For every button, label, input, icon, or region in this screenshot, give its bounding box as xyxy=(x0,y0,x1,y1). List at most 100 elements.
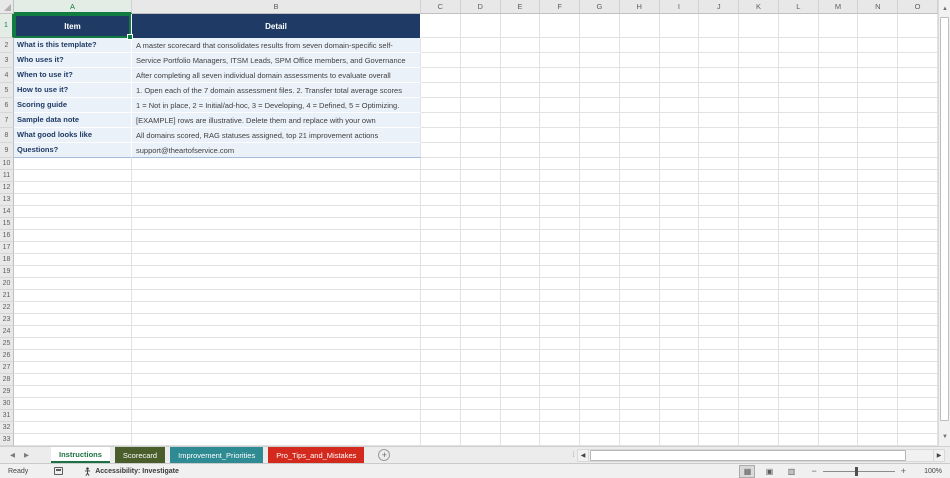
row-header-12[interactable]: 12 xyxy=(0,182,14,194)
cell[interactable] xyxy=(14,386,132,398)
cell[interactable] xyxy=(421,266,461,278)
cell[interactable] xyxy=(778,182,819,194)
cell[interactable] xyxy=(898,422,938,434)
cell-B9[interactable]: support@theartofservice.com xyxy=(132,143,421,158)
cell[interactable] xyxy=(580,98,620,113)
cell[interactable] xyxy=(619,143,660,158)
row-header-3[interactable]: 3 xyxy=(0,53,14,68)
cell[interactable] xyxy=(460,206,501,218)
cell[interactable] xyxy=(858,326,899,338)
cell[interactable] xyxy=(818,230,859,242)
cell[interactable] xyxy=(619,338,660,350)
cell[interactable] xyxy=(132,326,421,338)
cell[interactable] xyxy=(540,38,581,53)
cell[interactable] xyxy=(699,128,740,143)
cell[interactable] xyxy=(460,326,501,338)
add-sheet-button[interactable]: + xyxy=(378,449,391,461)
cell[interactable] xyxy=(858,158,899,170)
cell[interactable] xyxy=(580,314,620,326)
cell[interactable] xyxy=(540,170,581,182)
cell[interactable] xyxy=(699,314,740,326)
scroll-right-icon[interactable]: ▶ xyxy=(933,449,945,462)
cell[interactable] xyxy=(619,254,660,266)
column-header-O[interactable]: O xyxy=(898,0,938,14)
cell[interactable] xyxy=(778,422,819,434)
cell[interactable] xyxy=(580,410,620,422)
cell[interactable] xyxy=(500,206,541,218)
cell[interactable] xyxy=(778,434,819,446)
column-header-K[interactable]: K xyxy=(739,0,779,14)
cell[interactable] xyxy=(132,290,421,302)
cell[interactable] xyxy=(898,278,938,290)
cell[interactable] xyxy=(540,206,581,218)
cell[interactable] xyxy=(619,53,660,68)
accessibility-status[interactable]: Accessibility: Investigate xyxy=(83,466,179,476)
cell[interactable] xyxy=(778,362,819,374)
cell[interactable] xyxy=(858,290,899,302)
cell[interactable] xyxy=(421,242,461,254)
cell[interactable] xyxy=(460,14,501,38)
cell[interactable] xyxy=(500,278,541,290)
cell[interactable] xyxy=(460,218,501,230)
cell[interactable] xyxy=(580,38,620,53)
cell[interactable] xyxy=(132,254,421,266)
cell[interactable] xyxy=(14,254,132,266)
cell[interactable] xyxy=(421,338,461,350)
cell[interactable] xyxy=(778,53,819,68)
cell[interactable] xyxy=(778,278,819,290)
cell[interactable] xyxy=(858,170,899,182)
cell[interactable] xyxy=(460,362,501,374)
cell[interactable] xyxy=(739,374,779,386)
cell[interactable] xyxy=(778,398,819,410)
cell[interactable] xyxy=(858,83,899,98)
cell[interactable] xyxy=(739,128,779,143)
cell[interactable] xyxy=(739,83,779,98)
cell[interactable] xyxy=(739,326,779,338)
cell[interactable] xyxy=(580,182,620,194)
cell[interactable] xyxy=(619,242,660,254)
cell[interactable] xyxy=(699,410,740,422)
cell[interactable] xyxy=(898,242,938,254)
cell[interactable] xyxy=(540,350,581,362)
cell[interactable] xyxy=(699,242,740,254)
cell[interactable] xyxy=(580,242,620,254)
cell[interactable] xyxy=(858,230,899,242)
cell[interactable] xyxy=(14,434,132,446)
cell[interactable] xyxy=(500,14,541,38)
cell[interactable] xyxy=(818,278,859,290)
cell[interactable] xyxy=(898,113,938,128)
cell[interactable] xyxy=(818,206,859,218)
cell[interactable] xyxy=(659,206,700,218)
cell[interactable] xyxy=(14,290,132,302)
cell[interactable] xyxy=(699,38,740,53)
cell[interactable] xyxy=(421,170,461,182)
row-header-25[interactable]: 25 xyxy=(0,338,14,350)
cell[interactable] xyxy=(132,278,421,290)
cell[interactable] xyxy=(460,98,501,113)
cell[interactable] xyxy=(739,290,779,302)
cell[interactable] xyxy=(778,113,819,128)
cell[interactable] xyxy=(580,113,620,128)
cell[interactable] xyxy=(858,362,899,374)
cell[interactable] xyxy=(739,362,779,374)
cell[interactable] xyxy=(421,128,461,143)
column-header-F[interactable]: F xyxy=(540,0,581,14)
cell[interactable] xyxy=(132,158,421,170)
cell[interactable] xyxy=(898,158,938,170)
cell[interactable] xyxy=(500,326,541,338)
cell[interactable] xyxy=(659,302,700,314)
cell[interactable] xyxy=(858,194,899,206)
cell[interactable] xyxy=(699,290,740,302)
cell[interactable] xyxy=(699,254,740,266)
cell[interactable] xyxy=(460,194,501,206)
select-all-corner[interactable] xyxy=(0,0,14,14)
cell[interactable] xyxy=(898,362,938,374)
cell[interactable] xyxy=(659,422,700,434)
cell[interactable] xyxy=(898,326,938,338)
cell[interactable] xyxy=(858,68,899,83)
cell[interactable] xyxy=(580,206,620,218)
cell[interactable] xyxy=(858,218,899,230)
cell[interactable] xyxy=(132,422,421,434)
cell[interactable] xyxy=(460,338,501,350)
cell[interactable] xyxy=(699,194,740,206)
